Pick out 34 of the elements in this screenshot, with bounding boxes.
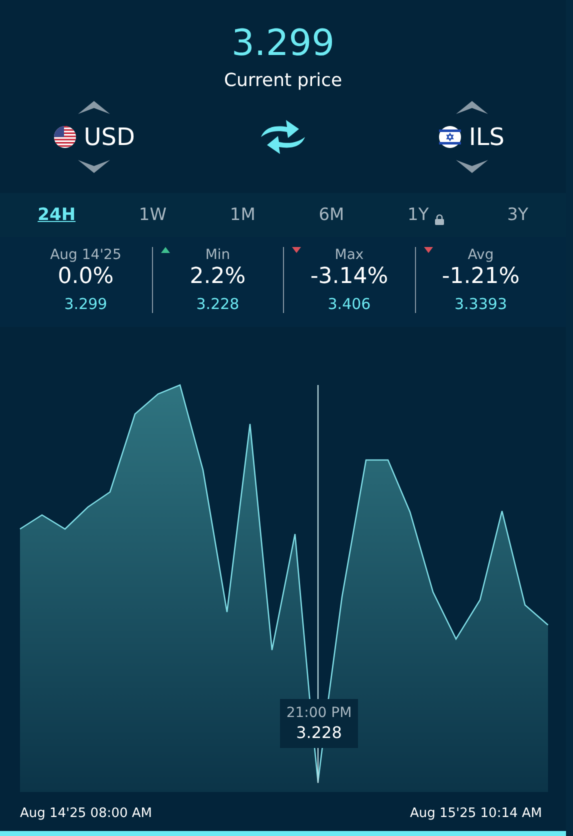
stat-value: 3.228 xyxy=(196,295,240,313)
stat-value: 3.406 xyxy=(328,295,371,313)
period-tab[interactable]: 6M xyxy=(310,201,352,229)
chevron-down-icon[interactable] xyxy=(77,159,112,175)
period-tab[interactable]: 1W xyxy=(130,201,175,229)
currency-code[interactable]: USD xyxy=(84,123,135,151)
stat-percent: 2.2% xyxy=(190,264,246,289)
price-chart-drawing[interactable] xyxy=(20,384,548,792)
period-tab[interactable]: 1M xyxy=(222,201,264,229)
flag-icon xyxy=(54,126,76,148)
stat-value: 3.299 xyxy=(64,295,108,313)
stat-percent: -1.21% xyxy=(442,264,520,289)
currency-code[interactable]: ILS xyxy=(468,123,504,151)
chevron-up-icon[interactable] xyxy=(454,99,489,115)
tooltip-time: 21:00 PM xyxy=(285,705,353,721)
chevron-down-icon[interactable] xyxy=(454,159,489,175)
stat-title: Aug 14'25 xyxy=(50,247,122,263)
period-tab[interactable]: 3Y xyxy=(499,201,536,229)
stat-percent: 0.0% xyxy=(58,264,114,289)
stat-percent: -3.14% xyxy=(310,264,388,289)
tooltip-value: 3.228 xyxy=(295,723,343,742)
flag-icon xyxy=(438,126,461,148)
axis-end-label: Aug 15'25 10:14 AM xyxy=(410,806,542,821)
stat-value: 3.3393 xyxy=(454,295,507,313)
axis-start-label: Aug 14'25 08:00 AM xyxy=(20,806,152,821)
period-tab[interactable]: 1Y xyxy=(400,201,452,229)
stat-title: Max xyxy=(334,247,364,263)
period-tab[interactable]: 24H xyxy=(30,201,84,229)
current-price: 3.299 xyxy=(230,22,336,66)
stat-title: Avg xyxy=(468,247,494,263)
price-label: Current price xyxy=(222,70,344,91)
swap-icon[interactable] xyxy=(258,117,307,157)
stat-title: Min xyxy=(205,247,230,263)
chevron-up-icon[interactable] xyxy=(77,99,112,115)
